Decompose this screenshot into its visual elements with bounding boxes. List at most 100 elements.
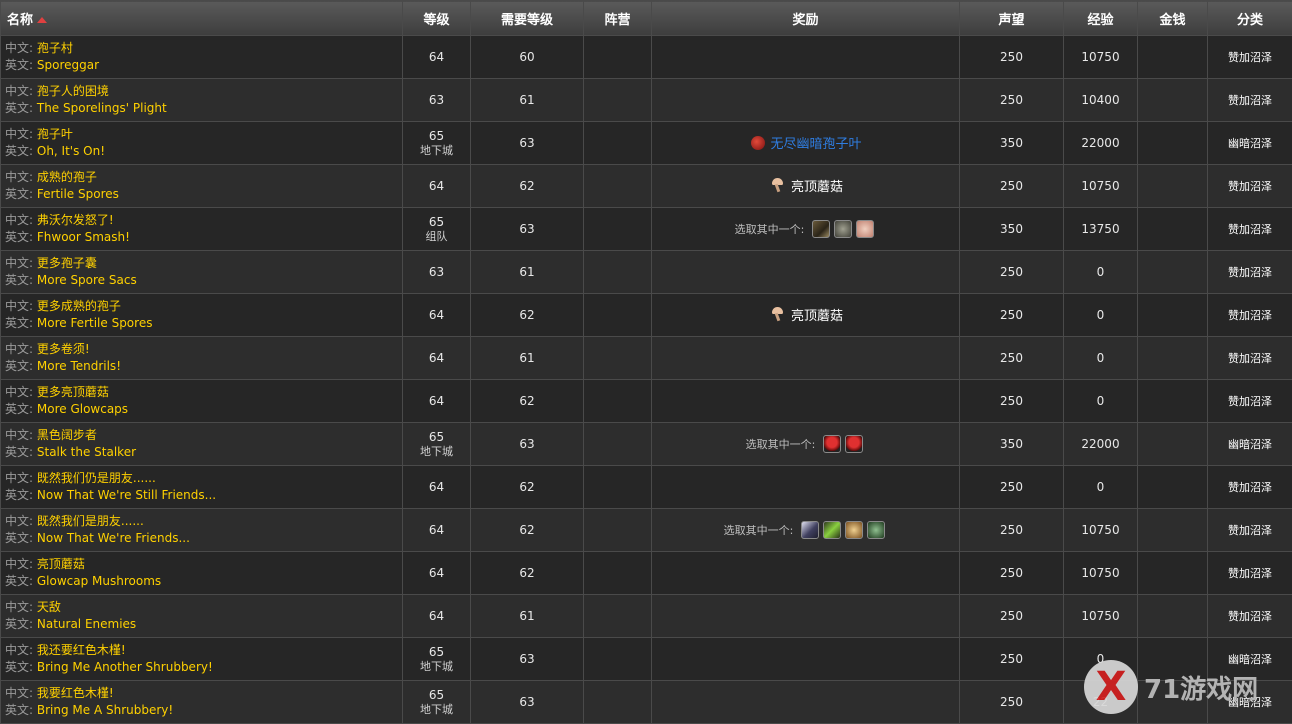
quest-name-cn-link[interactable]: 孢子叶 [37, 127, 73, 141]
table-row: 中文: 亮顶蘑菇英文: Glowcap Mushrooms 64 62 250 … [1, 552, 1292, 595]
quest-reward: 亮顶蘑菇 [652, 294, 960, 337]
quest-category[interactable]: 赞加沼泽 [1208, 380, 1292, 423]
reward-choice-weapon-icon[interactable] [812, 220, 830, 238]
reward-choice-mushroom-icon[interactable] [845, 521, 863, 539]
quest-name-cn-link[interactable]: 我还要红色木槿! [37, 643, 126, 657]
quest-category[interactable]: 赞加沼泽 [1208, 165, 1292, 208]
quest-category[interactable]: 赞加沼泽 [1208, 208, 1292, 251]
quest-name-en-link[interactable]: More Glowcaps [37, 402, 128, 416]
quest-name-en-link[interactable]: Fhwoor Smash! [37, 230, 130, 244]
quest-name-cell: 中文: 天敌英文: Natural Enemies [1, 595, 403, 638]
quest-category[interactable]: 赞加沼泽 [1208, 552, 1292, 595]
column-header-reputation[interactable]: 声望 [960, 1, 1064, 36]
quest-category[interactable]: 幽暗沼泽 [1208, 423, 1292, 466]
column-header-money[interactable]: 金钱 [1138, 1, 1208, 36]
quest-name-cn-link[interactable]: 既然我们是朋友...... [37, 514, 144, 528]
quest-category[interactable]: 赞加沼泽 [1208, 337, 1292, 380]
column-header-experience[interactable]: 经验 [1064, 1, 1138, 36]
spore-leaf-icon[interactable] [751, 136, 765, 150]
quest-reward [652, 681, 960, 724]
column-header-faction[interactable]: 阵营 [584, 1, 652, 36]
table-row: 中文: 孢子人的困境英文: The Sporelings' Plight 63 … [1, 79, 1292, 122]
quest-name-cn-link[interactable]: 我要红色木槿! [37, 686, 114, 700]
quest-money [1138, 380, 1208, 423]
quest-experience: 0 [1064, 466, 1138, 509]
quest-name-cn-link[interactable]: 亮顶蘑菇 [37, 557, 85, 571]
quest-category[interactable]: 赞加沼泽 [1208, 509, 1292, 552]
quest-name-cn-link[interactable]: 更多孢子囊 [37, 256, 97, 270]
quest-name-cn-link[interactable]: 更多卷须! [37, 342, 90, 356]
reward-choice-armor-icon[interactable] [834, 220, 852, 238]
glowcap-mushroom-icon[interactable] [770, 177, 786, 193]
quest-name-cell: 中文: 亮顶蘑菇英文: Glowcap Mushrooms [1, 552, 403, 595]
quest-req-level: 63 [471, 681, 584, 724]
quest-name-en-link[interactable]: Stalk the Stalker [37, 445, 136, 459]
table-row: 中文: 黑色阔步者英文: Stalk the Stalker 65地下城 63 … [1, 423, 1292, 466]
quest-category[interactable]: 赞加沼泽 [1208, 251, 1292, 294]
quest-level: 64 [403, 36, 471, 79]
quest-name-cn-link[interactable]: 成熟的孢子 [37, 170, 97, 184]
quest-name-en-link[interactable]: Oh, It's On! [37, 144, 105, 158]
reward-choice-gem-icon[interactable] [867, 521, 885, 539]
quest-category[interactable]: 赞加沼泽 [1208, 36, 1292, 79]
quest-name-cn-link[interactable]: 天敌 [37, 600, 61, 614]
quest-name-en-link[interactable]: More Tendrils! [37, 359, 121, 373]
quest-category[interactable]: 赞加沼泽 [1208, 294, 1292, 337]
quest-name-cn-link[interactable]: 孢子人的困境 [37, 84, 109, 98]
quest-money [1138, 552, 1208, 595]
column-header-name[interactable]: 名称 [1, 1, 403, 36]
reward-item-link[interactable]: 亮顶蘑菇 [768, 305, 843, 324]
quest-name-en-link[interactable]: Sporeggar [37, 58, 99, 72]
quest-money [1138, 638, 1208, 681]
quest-reward: 无尽幽暗孢子叶 [652, 122, 960, 165]
header-row: 名称 等级 需要等级 阵营 奖励 声望 经验 金钱 分类 [1, 1, 1292, 36]
reward-choice-cloth-icon[interactable] [856, 220, 874, 238]
reward-choice-red-mushroom-icon[interactable] [845, 435, 863, 453]
quest-experience: 0 [1064, 380, 1138, 423]
quest-name-cell: 中文: 我要红色木槿!英文: Bring Me A Shrubbery! [1, 681, 403, 724]
column-header-category[interactable]: 分类 [1208, 1, 1292, 36]
quest-name-cn-link[interactable]: 既然我们仍是朋友...... [37, 471, 156, 485]
quest-level: 65组队 [403, 208, 471, 251]
reward-choice-red-mushroom-icon[interactable] [823, 435, 841, 453]
quest-name-en-link[interactable]: Glowcap Mushrooms [37, 574, 161, 588]
quest-category[interactable]: 赞加沼泽 [1208, 79, 1292, 122]
quest-name-cn-link[interactable]: 更多亮顶蘑菇 [37, 385, 109, 399]
reward-choice-dagger-icon[interactable] [801, 521, 819, 539]
quest-name-en-link[interactable]: More Spore Sacs [37, 273, 137, 287]
reward-item-link[interactable]: 无尽幽暗孢子叶 [749, 133, 861, 152]
reward-item-link[interactable]: 亮顶蘑菇 [768, 176, 843, 195]
quest-table: 名称 等级 需要等级 阵营 奖励 声望 经验 金钱 分类 中文: 孢子村英文: … [0, 0, 1292, 724]
quest-category[interactable]: 赞加沼泽 [1208, 595, 1292, 638]
quest-category[interactable]: 幽暗沼泽 [1208, 122, 1292, 165]
quest-experience: 13750 [1064, 208, 1138, 251]
quest-name-en-link[interactable]: More Fertile Spores [37, 316, 153, 330]
quest-name-en-link[interactable]: Natural Enemies [37, 617, 136, 631]
quest-name-cn-link[interactable]: 黑色阔步者 [37, 428, 97, 442]
quest-name-en-link[interactable]: Now That We're Friends... [37, 531, 190, 545]
quest-level: 63 [403, 79, 471, 122]
quest-level: 65地下城 [403, 122, 471, 165]
quest-name-cn-link[interactable]: 弗沃尔发怒了! [37, 213, 114, 227]
quest-name-cell: 中文: 弗沃尔发怒了!英文: Fhwoor Smash! [1, 208, 403, 251]
quest-name-en-link[interactable]: The Sporelings' Plight [37, 101, 167, 115]
quest-name-cn-link[interactable]: 更多成熟的孢子 [37, 299, 121, 313]
quest-level: 65地下城 [403, 681, 471, 724]
sort-ascending-icon[interactable] [37, 17, 47, 23]
reward-choice-herb-icon[interactable] [823, 521, 841, 539]
quest-faction [584, 552, 652, 595]
column-header-req-level[interactable]: 需要等级 [471, 1, 584, 36]
glowcap-mushroom-icon[interactable] [770, 306, 786, 322]
column-header-reward: 奖励 [652, 1, 960, 36]
quest-name-en-link[interactable]: Now That We're Still Friends... [37, 488, 216, 502]
quest-category[interactable]: 赞加沼泽 [1208, 466, 1292, 509]
quest-category[interactable]: 幽暗沼泽 [1208, 638, 1292, 681]
quest-reputation: 250 [960, 552, 1064, 595]
quest-level: 65地下城 [403, 638, 471, 681]
quest-name-cn-link[interactable]: 孢子村 [37, 41, 73, 55]
column-header-level[interactable]: 等级 [403, 1, 471, 36]
quest-category[interactable]: 幽暗沼泽 [1208, 681, 1292, 724]
quest-name-en-link[interactable]: Bring Me A Shrubbery! [37, 703, 173, 717]
quest-name-en-link[interactable]: Bring Me Another Shrubbery! [37, 660, 213, 674]
quest-name-en-link[interactable]: Fertile Spores [37, 187, 119, 201]
